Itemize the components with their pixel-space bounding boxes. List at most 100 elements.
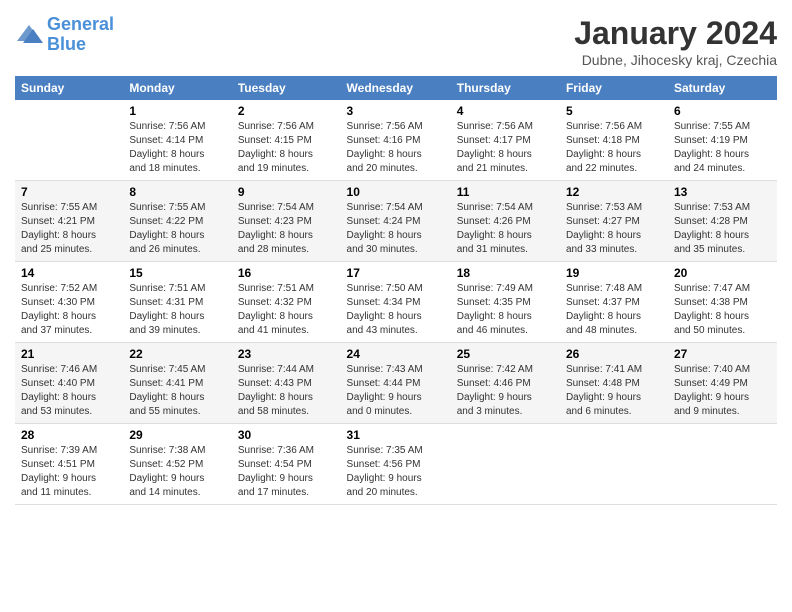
day-info: Sunrise: 7:51 AMSunset: 4:31 PMDaylight:…	[129, 282, 226, 338]
calendar-cell	[560, 424, 668, 505]
day-info: Sunrise: 7:53 AMSunset: 4:27 PMDaylight:…	[566, 201, 662, 257]
day-number: 4	[457, 104, 554, 118]
day-number: 22	[129, 347, 226, 361]
weekday-header: Friday	[560, 76, 668, 100]
day-info: Sunrise: 7:54 AMSunset: 4:26 PMDaylight:…	[457, 201, 554, 257]
day-info: Sunrise: 7:56 AMSunset: 4:15 PMDaylight:…	[238, 120, 335, 176]
day-info: Sunrise: 7:46 AMSunset: 4:40 PMDaylight:…	[21, 363, 117, 419]
calendar-cell: 11 Sunrise: 7:54 AMSunset: 4:26 PMDayligh…	[451, 181, 560, 262]
weekday-header: Wednesday	[341, 76, 451, 100]
day-number: 3	[347, 104, 445, 118]
calendar-cell: 13Sunrise: 7:53 AMSunset: 4:28 PMDayligh…	[668, 181, 777, 262]
day-info: Sunrise: 7:40 AMSunset: 4:49 PMDaylight:…	[674, 363, 771, 419]
day-info: Sunrise: 7:56 AMSunset: 4:16 PMDaylight:…	[347, 120, 445, 176]
calendar-cell	[15, 100, 123, 181]
day-number: 5	[566, 104, 662, 118]
calendar-week-row: 14Sunrise: 7:52 AMSunset: 4:30 PMDayligh…	[15, 262, 777, 343]
day-number: 30	[238, 428, 335, 442]
day-number: 14	[21, 266, 117, 280]
weekday-header: Tuesday	[232, 76, 341, 100]
title-block: January 2024 Dubne, Jihocesky kraj, Czec…	[574, 15, 777, 68]
day-info: Sunrise: 7:56 AMSunset: 4:18 PMDaylight:…	[566, 120, 662, 176]
day-number: 17	[347, 266, 445, 280]
day-info: Sunrise: 7:55 AMSunset: 4:21 PMDaylight:…	[21, 201, 117, 257]
logo: General Blue	[15, 15, 114, 55]
day-info: Sunrise: 7:51 AMSunset: 4:32 PMDaylight:…	[238, 282, 335, 338]
day-info: Sunrise: 7:56 AMSunset: 4:17 PMDaylight:…	[457, 120, 554, 176]
calendar-cell: 31Sunrise: 7:35 AMSunset: 4:56 PMDayligh…	[341, 424, 451, 505]
weekday-header: Sunday	[15, 76, 123, 100]
calendar-cell: 16 Sunrise: 7:51 AMSunset: 4:32 PMDayligh…	[232, 262, 341, 343]
day-number: 8	[129, 185, 226, 199]
weekday-header: Thursday	[451, 76, 560, 100]
month-title: January 2024	[574, 15, 777, 52]
day-number: 29	[129, 428, 226, 442]
calendar-cell: 18 Sunrise: 7:49 AMSunset: 4:35 PMDayligh…	[451, 262, 560, 343]
calendar-cell: 27 Sunrise: 7:40 AMSunset: 4:49 PMDayligh…	[668, 343, 777, 424]
day-info: Sunrise: 7:54 AMSunset: 4:24 PMDaylight:…	[347, 201, 445, 257]
day-number: 6	[674, 104, 771, 118]
calendar-cell: 12 Sunrise: 7:53 AMSunset: 4:27 PMDayligh…	[560, 181, 668, 262]
calendar-week-row: 28Sunrise: 7:39 AMSunset: 4:51 PMDayligh…	[15, 424, 777, 505]
calendar-cell	[451, 424, 560, 505]
day-number: 2	[238, 104, 335, 118]
day-number: 18	[457, 266, 554, 280]
calendar-cell: 30 Sunrise: 7:36 AMSunset: 4:54 PMDayligh…	[232, 424, 341, 505]
calendar-cell: 24 Sunrise: 7:43 AMSunset: 4:44 PMDayligh…	[341, 343, 451, 424]
calendar-cell: 8 Sunrise: 7:55 AMSunset: 4:22 PMDaylight…	[123, 181, 232, 262]
day-info: Sunrise: 7:47 AMSunset: 4:38 PMDaylight:…	[674, 282, 771, 338]
calendar-cell: 29Sunrise: 7:38 AMSunset: 4:52 PMDayligh…	[123, 424, 232, 505]
day-number: 20	[674, 266, 771, 280]
day-info: Sunrise: 7:42 AMSunset: 4:46 PMDaylight:…	[457, 363, 554, 419]
calendar-cell: 4 Sunrise: 7:56 AMSunset: 4:17 PMDaylight…	[451, 100, 560, 181]
day-info: Sunrise: 7:45 AMSunset: 4:41 PMDaylight:…	[129, 363, 226, 419]
calendar-cell: 23Sunrise: 7:44 AMSunset: 4:43 PMDayligh…	[232, 343, 341, 424]
header: General Blue January 2024 Dubne, Jihoces…	[15, 15, 777, 68]
calendar-cell: 20 Sunrise: 7:47 AMSunset: 4:38 PMDayligh…	[668, 262, 777, 343]
calendar-cell	[668, 424, 777, 505]
day-number: 21	[21, 347, 117, 361]
calendar-cell: 6 Sunrise: 7:55 AMSunset: 4:19 PMDaylight…	[668, 100, 777, 181]
weekday-header-row: SundayMondayTuesdayWednesdayThursdayFrid…	[15, 76, 777, 100]
day-number: 25	[457, 347, 554, 361]
calendar-cell: 1 Sunrise: 7:56 AMSunset: 4:14 PMDaylight…	[123, 100, 232, 181]
day-number: 13	[674, 185, 771, 199]
weekday-header: Monday	[123, 76, 232, 100]
day-info: Sunrise: 7:43 AMSunset: 4:44 PMDaylight:…	[347, 363, 445, 419]
logo-text: General Blue	[47, 15, 114, 55]
day-number: 7	[21, 185, 117, 199]
calendar-cell: 22 Sunrise: 7:45 AMSunset: 4:41 PMDayligh…	[123, 343, 232, 424]
day-info: Sunrise: 7:48 AMSunset: 4:37 PMDaylight:…	[566, 282, 662, 338]
day-info: Sunrise: 7:55 AMSunset: 4:22 PMDaylight:…	[129, 201, 226, 257]
day-number: 10	[347, 185, 445, 199]
calendar-cell: 10 Sunrise: 7:54 AMSunset: 4:24 PMDayligh…	[341, 181, 451, 262]
day-number: 1	[129, 104, 226, 118]
day-number: 31	[347, 428, 445, 442]
calendar-cell: 15Sunrise: 7:51 AMSunset: 4:31 PMDayligh…	[123, 262, 232, 343]
day-info: Sunrise: 7:41 AMSunset: 4:48 PMDaylight:…	[566, 363, 662, 419]
day-number: 23	[238, 347, 335, 361]
day-info: Sunrise: 7:55 AMSunset: 4:19 PMDaylight:…	[674, 120, 771, 176]
day-number: 11	[457, 185, 554, 199]
calendar-cell: 7 Sunrise: 7:55 AMSunset: 4:21 PMDaylight…	[15, 181, 123, 262]
day-info: Sunrise: 7:49 AMSunset: 4:35 PMDaylight:…	[457, 282, 554, 338]
logo-icon	[15, 21, 43, 49]
calendar-cell: 2 Sunrise: 7:56 AMSunset: 4:15 PMDaylight…	[232, 100, 341, 181]
calendar-cell: 3 Sunrise: 7:56 AMSunset: 4:16 PMDaylight…	[341, 100, 451, 181]
calendar-cell: 19 Sunrise: 7:48 AMSunset: 4:37 PMDayligh…	[560, 262, 668, 343]
day-info: Sunrise: 7:56 AMSunset: 4:14 PMDaylight:…	[129, 120, 226, 176]
logo-line2: Blue	[47, 34, 86, 54]
calendar-cell: 26Sunrise: 7:41 AMSunset: 4:48 PMDayligh…	[560, 343, 668, 424]
day-number: 24	[347, 347, 445, 361]
day-number: 12	[566, 185, 662, 199]
calendar-cell: 5 Sunrise: 7:56 AMSunset: 4:18 PMDaylight…	[560, 100, 668, 181]
day-number: 27	[674, 347, 771, 361]
day-number: 19	[566, 266, 662, 280]
day-info: Sunrise: 7:54 AMSunset: 4:23 PMDaylight:…	[238, 201, 335, 257]
logo-line1: General	[47, 14, 114, 34]
calendar-week-row: 7 Sunrise: 7:55 AMSunset: 4:21 PMDaylight…	[15, 181, 777, 262]
weekday-header: Saturday	[668, 76, 777, 100]
day-number: 28	[21, 428, 117, 442]
day-number: 16	[238, 266, 335, 280]
day-info: Sunrise: 7:36 AMSunset: 4:54 PMDaylight:…	[238, 444, 335, 500]
